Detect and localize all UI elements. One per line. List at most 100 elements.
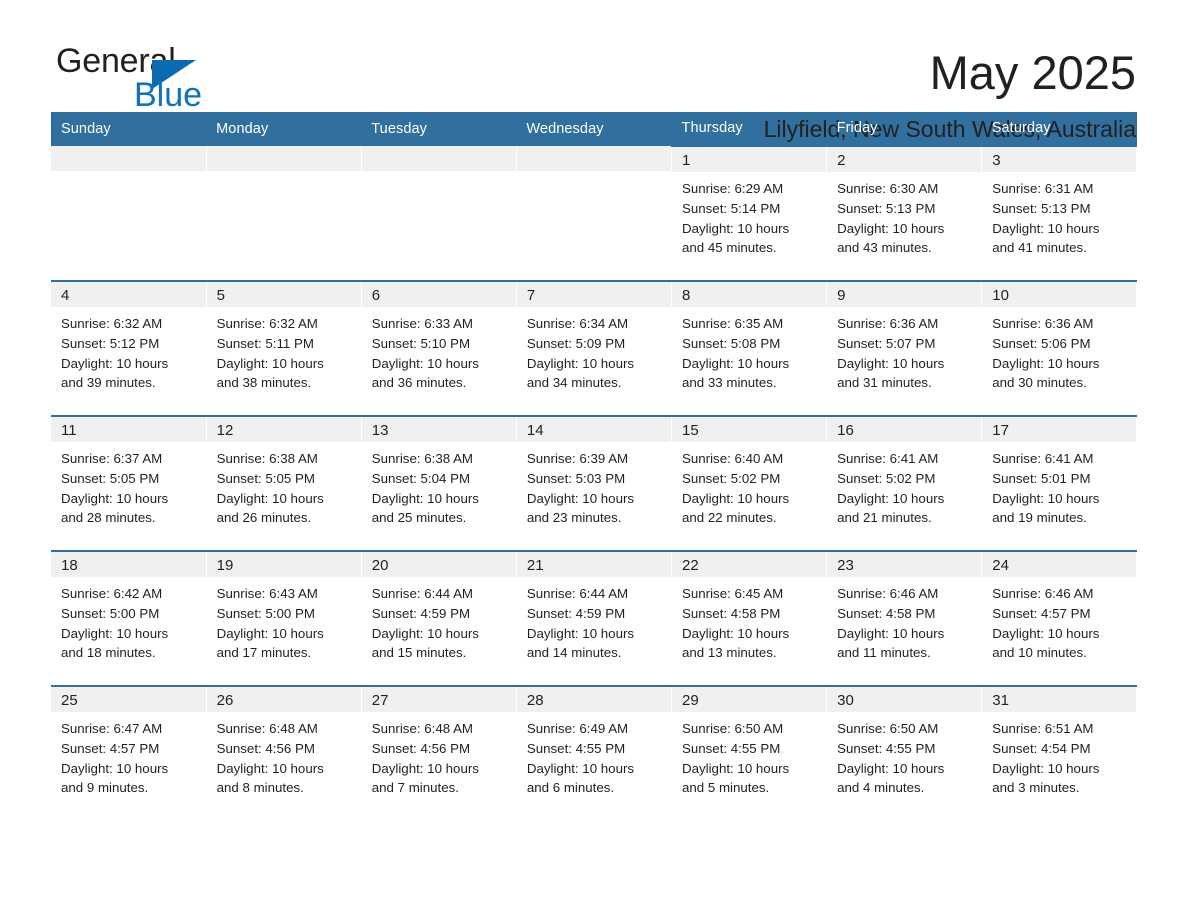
sunrise-text: Sunrise: 6:36 AM <box>992 316 1094 331</box>
sunset-text: Sunset: 5:00 PM <box>61 605 160 621</box>
calendar-day-cell[interactable]: 13 Sunrise: 6:38 AM Sunset: 5:04 PM Dayligh… <box>361 415 517 551</box>
day-cell-details: Sunrise: 6:40 AM Sunset: 5:02 PM Daylight:… <box>672 442 826 528</box>
calendar-day-cell[interactable]: 8 Sunrise: 6:35 AM Sunset: 5:08 PM Daylight… <box>671 280 828 416</box>
day-cell-details: Sunrise: 6:46 AM Sunset: 4:57 PM Daylight:… <box>982 577 1136 663</box>
calendar-day-cell[interactable]: 24 Sunrise: 6:46 AM Sunset: 4:57 PM Dayligh… <box>981 550 1138 686</box>
day-number: 20 <box>361 552 516 577</box>
sunrise-text: Sunrise: 6:41 AM <box>837 451 939 466</box>
daylight-text-line1: Daylight: 10 hours <box>837 625 945 641</box>
page-header: General Blue May 2025 Lilyfield, New Sou… <box>0 0 1188 142</box>
sunset-text: Sunset: 5:05 PM <box>61 470 160 486</box>
day-number: 24 <box>982 552 1137 577</box>
daylight-text-line2: and 38 minutes. <box>216 375 312 391</box>
location-subtitle: Lilyfield, New South Wales, Australia <box>763 116 1136 142</box>
daylight-text-line1: Daylight: 10 hours <box>371 760 479 776</box>
calendar-day-cell[interactable]: 7 Sunrise: 6:34 AM Sunset: 5:09 PM Daylight… <box>516 280 673 416</box>
daylight-text-line2: and 34 minutes. <box>526 375 622 391</box>
day-cell-details: Sunrise: 6:38 AM Sunset: 5:05 PM Daylight:… <box>207 442 361 528</box>
day-cell-inner: 24 Sunrise: 6:46 AM Sunset: 4:57 PM Dayligh… <box>982 552 1137 685</box>
daylight-text-line1: Daylight: 10 hours <box>992 760 1100 776</box>
sunrise-text: Sunrise: 6:30 AM <box>837 181 939 196</box>
daylight-text-line2: and 45 minutes. <box>682 240 777 256</box>
day-cell-inner: 6 Sunrise: 6:33 AM Sunset: 5:10 PM Daylight… <box>361 282 516 415</box>
sunset-text: Sunset: 5:06 PM <box>992 335 1091 351</box>
daylight-text-line2: and 4 minutes. <box>837 780 925 796</box>
day-cell-inner: 13 Sunrise: 6:38 AM Sunset: 5:04 PM Dayligh… <box>361 417 516 550</box>
sunrise-text: Sunrise: 6:49 AM <box>526 721 629 736</box>
calendar-day-cell[interactable]: 23 Sunrise: 6:46 AM Sunset: 4:58 PM Dayligh… <box>826 550 983 686</box>
day-cell-inner: 8 Sunrise: 6:35 AM Sunset: 5:08 PM Daylight… <box>672 282 827 415</box>
sunrise-sunset-calendar-table: Sunday Monday Tuesday Wednesday Thursday… <box>51 112 1138 821</box>
calendar-day-cell[interactable]: 11 Sunrise: 6:37 AM Sunset: 5:05 PM Dayligh… <box>51 415 207 551</box>
sunset-text: Sunset: 5:08 PM <box>682 335 781 351</box>
calendar-day-cell[interactable]: 12 Sunrise: 6:38 AM Sunset: 5:05 PM Dayligh… <box>206 415 362 551</box>
sunrise-text: Sunrise: 6:48 AM <box>216 721 318 736</box>
sunrise-text: Sunrise: 6:41 AM <box>992 451 1094 466</box>
sunset-text: Sunset: 4:56 PM <box>216 740 315 756</box>
sunset-text: Sunset: 4:59 PM <box>526 605 626 621</box>
daylight-text-line2: and 17 minutes. <box>216 645 312 661</box>
daylight-text-line1: Daylight: 10 hours <box>682 355 790 371</box>
calendar-day-cell[interactable]: 5 Sunrise: 6:32 AM Sunset: 5:11 PM Daylight… <box>206 280 362 416</box>
calendar-week-row: 4 Sunrise: 6:32 AM Sunset: 5:12 PM Daylight… <box>51 280 1138 416</box>
sunrise-text: Sunrise: 6:38 AM <box>371 451 474 466</box>
calendar-day-cell[interactable]: 2 Sunrise: 6:30 AM Sunset: 5:13 PM Daylight… <box>826 145 983 281</box>
sunset-text: Sunset: 5:11 PM <box>216 335 314 351</box>
day-number: 17 <box>982 417 1137 442</box>
day-number: 19 <box>206 552 361 577</box>
calendar-day-cell[interactable]: 9 Sunrise: 6:36 AM Sunset: 5:07 PM Daylight… <box>826 280 983 416</box>
sunset-text: Sunset: 5:05 PM <box>216 470 315 486</box>
general-blue-logo[interactable]: General Blue <box>56 44 256 114</box>
day-number: 31 <box>982 687 1137 712</box>
calendar-day-cell[interactable]: 10 Sunrise: 6:36 AM Sunset: 5:06 PM Dayligh… <box>981 280 1138 416</box>
day-number: 27 <box>361 687 516 712</box>
calendar-day-cell[interactable]: 22 Sunrise: 6:45 AM Sunset: 4:58 PM Dayligh… <box>671 550 828 686</box>
sunrise-text: Sunrise: 6:31 AM <box>992 181 1094 196</box>
weekday-header-wednesday: Wednesday <box>516 112 672 146</box>
day-number: 8 <box>672 282 827 307</box>
sunrise-text: Sunrise: 6:47 AM <box>61 721 163 736</box>
calendar-day-cell[interactable]: 19 Sunrise: 6:43 AM Sunset: 5:00 PM Dayligh… <box>206 550 362 686</box>
day-number: 3 <box>982 147 1137 172</box>
calendar-day-cell[interactable]: 30 Sunrise: 6:50 AM Sunset: 4:55 PM Dayligh… <box>826 685 983 821</box>
sunset-text: Sunset: 5:00 PM <box>216 605 315 621</box>
calendar-day-cell[interactable]: 3 Sunrise: 6:31 AM Sunset: 5:13 PM Daylight… <box>981 145 1138 281</box>
calendar-day-cell[interactable]: 27 Sunrise: 6:48 AM Sunset: 4:56 PM Dayligh… <box>361 685 517 821</box>
calendar-day-cell[interactable]: 1 Sunrise: 6:29 AM Sunset: 5:14 PM Daylight… <box>671 145 828 281</box>
calendar-day-cell[interactable]: 26 Sunrise: 6:48 AM Sunset: 4:56 PM Dayligh… <box>206 685 362 821</box>
calendar-day-cell[interactable]: 18 Sunrise: 6:42 AM Sunset: 5:00 PM Dayligh… <box>51 550 207 686</box>
day-cell-inner: 22 Sunrise: 6:45 AM Sunset: 4:58 PM Dayligh… <box>672 552 827 685</box>
sunrise-text: Sunrise: 6:34 AM <box>526 316 629 331</box>
day-number: 10 <box>982 282 1137 307</box>
calendar-day-cell[interactable]: 16 Sunrise: 6:41 AM Sunset: 5:02 PM Dayligh… <box>826 415 983 551</box>
day-cell-inner: 10 Sunrise: 6:36 AM Sunset: 5:06 PM Dayligh… <box>982 282 1137 415</box>
sunrise-text: Sunrise: 6:37 AM <box>61 451 163 466</box>
day-number: 30 <box>827 687 982 712</box>
day-cell-inner: 7 Sunrise: 6:34 AM Sunset: 5:09 PM Daylight… <box>516 282 671 415</box>
calendar-day-cell[interactable]: 31 Sunrise: 6:51 AM Sunset: 4:54 PM Dayligh… <box>981 685 1138 821</box>
day-number: 9 <box>827 282 982 307</box>
calendar-day-cell[interactable]: 25 Sunrise: 6:47 AM Sunset: 4:57 PM Dayligh… <box>51 685 207 821</box>
sunrise-text: Sunrise: 6:36 AM <box>837 316 939 331</box>
calendar-day-cell[interactable]: 4 Sunrise: 6:32 AM Sunset: 5:12 PM Daylight… <box>51 280 207 416</box>
sunset-text: Sunset: 4:56 PM <box>371 740 471 756</box>
calendar-day-cell[interactable]: 14 Sunrise: 6:39 AM Sunset: 5:03 PM Dayligh… <box>516 415 673 551</box>
calendar-day-cell[interactable]: 29 Sunrise: 6:50 AM Sunset: 4:55 PM Dayligh… <box>671 685 828 821</box>
calendar-day-cell[interactable]: 15 Sunrise: 6:40 AM Sunset: 5:02 PM Dayligh… <box>671 415 828 551</box>
sunrise-text: Sunrise: 6:33 AM <box>371 316 474 331</box>
day-cell-inner: 11 Sunrise: 6:37 AM Sunset: 5:05 PM Dayligh… <box>51 417 206 550</box>
daylight-text-line2: and 18 minutes. <box>61 645 156 661</box>
sunrise-text: Sunrise: 6:40 AM <box>682 451 784 466</box>
day-number: 21 <box>516 552 671 577</box>
calendar-day-cell[interactable]: 21 Sunrise: 6:44 AM Sunset: 4:59 PM Dayligh… <box>516 550 673 686</box>
calendar-cell-empty <box>51 146 207 281</box>
day-cell-inner: 3 Sunrise: 6:31 AM Sunset: 5:13 PM Daylight… <box>982 147 1137 280</box>
daylight-text-line2: and 7 minutes. <box>371 780 459 796</box>
calendar-day-cell[interactable]: 17 Sunrise: 6:41 AM Sunset: 5:01 PM Dayligh… <box>981 415 1138 551</box>
sunrise-text: Sunrise: 6:46 AM <box>837 586 939 601</box>
calendar-day-cell[interactable]: 20 Sunrise: 6:44 AM Sunset: 4:59 PM Dayligh… <box>361 550 517 686</box>
daylight-text-line2: and 41 minutes. <box>992 240 1087 256</box>
calendar-day-cell[interactable]: 28 Sunrise: 6:49 AM Sunset: 4:55 PM Dayligh… <box>516 685 673 821</box>
calendar-day-cell[interactable]: 6 Sunrise: 6:33 AM Sunset: 5:10 PM Daylight… <box>361 280 517 416</box>
daylight-text-line2: and 21 minutes. <box>837 510 932 526</box>
